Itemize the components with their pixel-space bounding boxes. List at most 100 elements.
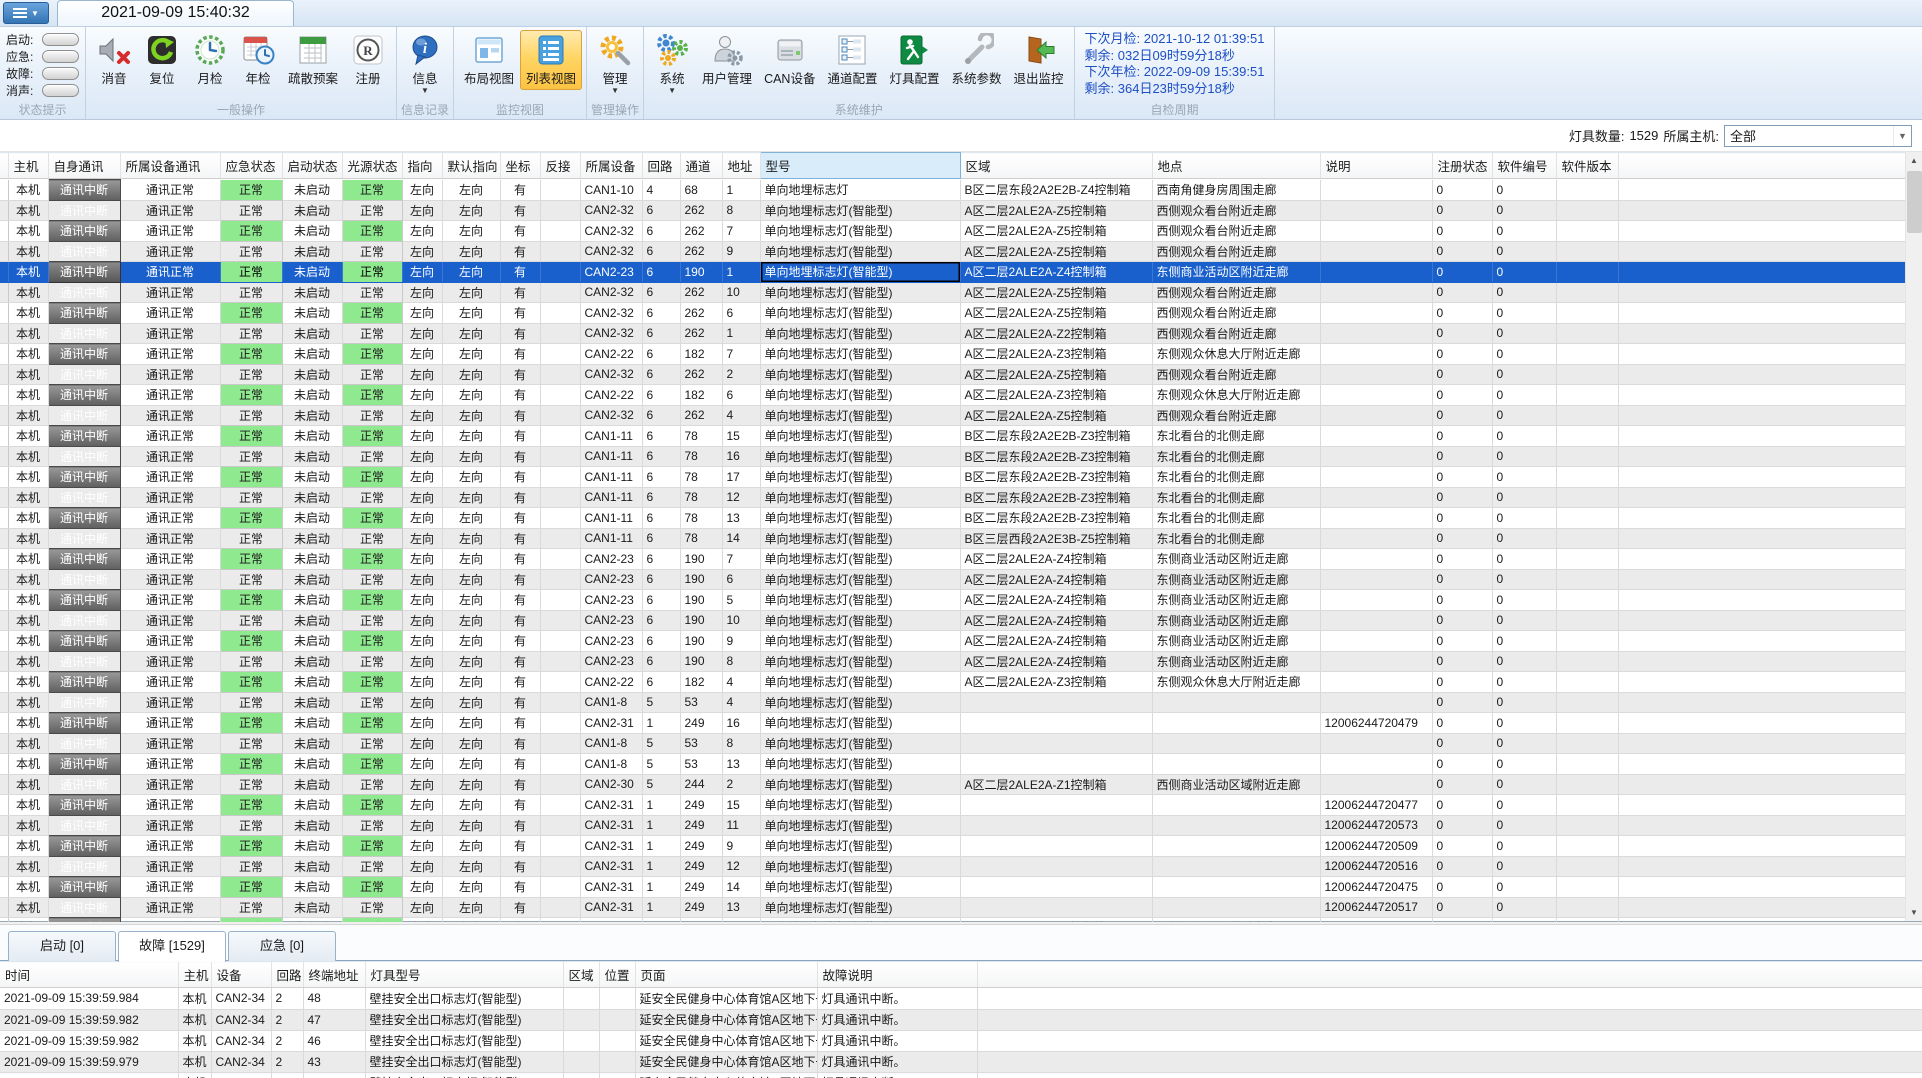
evacuation-plan-button[interactable]: 疏散预案 [282,30,344,90]
lamp-row[interactable]: 本机 通讯中断 通讯正常 正常 未启动 正常 左向 左向有 CAN2-31 1 249 13 单向地埋标… [0,896,1905,918]
lamp-row[interactable]: 本机 通讯中断 通讯正常 正常 未启动 正常 左向 左向有 CAN1-11 6 78 15 单向地埋标志… [0,425,1905,447]
system-button[interactable]: 系统 ▼ [648,30,696,98]
fault-row[interactable]: 2021-09-09 15:39:59.982 本机 CAN2-34 2 47 壁挂安全出… [0,1009,1922,1031]
lamp-row[interactable]: 本机 通讯中断 通讯正常 正常 未启动 正常 左向 左向有 CAN2-23 6 190 5 单向地埋标志… [0,589,1905,611]
scrollbar-thumb[interactable] [1907,171,1922,233]
lamp-row[interactable]: 本机 通讯中断 通讯正常 正常 未启动 正常 左向 左向有 CAN2-23 6 190 8 单向地埋标志… [0,650,1905,672]
lamp-row[interactable]: 本机 通讯中断 通讯正常 正常 未启动 正常 左向 左向有 CAN2-32 6 262 10 单向地埋标… [0,281,1905,303]
tab-应急[interactable]: 应急 [0] [228,931,336,961]
lamp-row[interactable]: 本机 通讯中断 通讯正常 正常 未启动 正常 左向 左向有 CAN2-31 1 249 12 单向地埋标… [0,855,1905,877]
exit-monitor-button[interactable]: 退出监控 [1008,30,1070,90]
lamp-row[interactable]: 本机 通讯中断 通讯正常 正常 未启动 正常 左向 左向有 CAN1-11 6 78 13 单向地埋标志… [0,507,1905,529]
system-params-button[interactable]: 系统参数 [946,30,1008,90]
cell-device: CAN1-8 [580,753,643,775]
lamp-row[interactable]: 本机 通讯中断 通讯正常 正常 未启动 正常 左向 左向有 CAN2-31 1 249 16 单向地埋标… [0,712,1905,734]
tab-启动[interactable]: 启动 [0] [8,931,116,961]
lamp-row[interactable]: 本机 通讯中断 通讯正常 正常 未启动 正常 左向 左向有 CAN2-23 6 190 10 单向地埋标… [0,609,1905,631]
column-header-register-state[interactable]: 注册状态 [1432,152,1493,179]
column-header-default-direction[interactable]: 默认指向 [442,152,501,179]
scroll-up-arrow-icon[interactable]: ▲ [1906,152,1922,169]
vertical-scrollbar[interactable]: ▲ ▼ [1905,152,1922,921]
fault-column-header-device[interactable]: 设备 [211,961,272,988]
lamp-row[interactable]: 本机 通讯中断 通讯正常 正常 未启动 正常 左向 左向有 CAN2-32 6 262 1 单向地埋标志… [0,322,1905,344]
column-header-address[interactable]: 地址 [722,152,761,179]
lamp-row[interactable]: 本机 通讯中断 通讯正常 正常 未启动 正常 左向 左向有 CAN2-23 6 190 9 单向地埋标志… [0,630,1905,652]
lamp-row[interactable]: 本机 通讯中断 通讯正常 正常 未启动 正常 左向 左向有 CAN1-11 6 78 12 单向地埋标志… [0,486,1905,508]
lamp-row[interactable]: 本机 通讯中断 通讯正常 正常 未启动 正常 左向 左向有 CAN1-11 6 78 16 单向地埋标志… [0,445,1905,467]
info-button[interactable]: i 信息 ▼ [401,30,449,98]
lamp-row[interactable]: 本机 通讯中断 通讯正常 正常 未启动 正常 左向 左向有 CAN2-31 1 249 15 单向地埋标… [0,794,1905,816]
lamp-row[interactable]: 本机 通讯中断 通讯正常 正常 未启动 正常 左向 左向有 CAN1-11 6 78 17 单向地埋标志… [0,466,1905,488]
column-header-direction[interactable]: 指向 [402,152,443,179]
lamp-row[interactable]: 本机 通讯中断 通讯正常 正常 未启动 正常 左向 左向有 CAN2-30 5 244 2 单向地埋标志… [0,773,1905,795]
lamp-row[interactable]: 本机 通讯中断 通讯正常 正常 未启动 正常 左向 左向有 CAN2-32 6 262 7 单向地埋标志… [0,220,1905,242]
lamp-row[interactable]: 本机 通讯中断 通讯正常 正常 未启动 正常 左向 左向有 CAN2-31 1 249 14 单向地埋标… [0,876,1905,898]
user-management-button[interactable]: 用户管理 [696,30,758,90]
column-header-self-comm[interactable]: 自身通讯 [48,152,121,179]
reset-button[interactable]: 复位 [138,30,186,90]
fault-row[interactable]: 2021-09-09 15:39:59.982 本机 CAN2-34 2 46 壁挂安全出… [0,1030,1922,1052]
column-header-device[interactable]: 所属设备 [580,152,643,179]
lamp-row[interactable]: 本机 通讯中断 通讯正常 正常 未启动 正常 左向 左向有 CAN2-22 6 182 7 单向地埋标志… [0,343,1905,365]
lamp-row[interactable]: 本机 通讯中断 通讯正常 正常 未启动 正常 左向 左向有 CAN2-23 6 190 7 单向地埋标志… [0,548,1905,570]
lamp-row[interactable]: 本机 通讯中断 通讯正常 正常 未启动 正常 左向 左向有 CAN2-32 6 262 9 单向地埋标志… [0,240,1905,262]
fault-column-header-host[interactable]: 主机 [178,961,212,988]
lamp-row[interactable]: 本机 通讯中断 通讯正常 正常 未启动 正常 左向 左向有 CAN1-8 5 53 4 单向地埋标志灯(… [0,691,1905,713]
lamp-row[interactable]: 本机 通讯中断 通讯正常 正常 未启动 正常 左向 左向有 CAN1-11 6 78 14 单向地埋标志… [0,527,1905,549]
column-header-loop[interactable]: 回路 [642,152,681,179]
register-button[interactable]: R 注册 [344,30,392,90]
column-header-start-state[interactable]: 启动状态 [282,152,343,179]
lamp-row[interactable]: 本机 通讯中断 通讯正常 正常 未启动 正常 左向 左向有 CAN2-32 6 262 6 单向地埋标志… [0,302,1905,324]
column-header-coordinate[interactable]: 坐标 [500,152,541,179]
fault-row[interactable]: 2021-09-09 15:39:59.978本机CAN2-34242壁挂安全出… [0,1072,1922,1078]
manage-button[interactable]: 管理 ▼ [591,30,639,98]
fault-column-header-model[interactable]: 灯具型号 [365,961,564,988]
channel-config-button[interactable]: 通道配置 [821,30,883,90]
fault-row[interactable]: 2021-09-09 15:39:59.984 本机 CAN2-34 2 48 壁挂安全出… [0,988,1922,1010]
scroll-down-arrow-icon[interactable]: ▼ [1906,904,1922,921]
lamp-row[interactable]: 本机 通讯中断 通讯正常 正常 未启动 正常 左向 左向有 CAN2-31 1 249 11 单向地埋标… [0,814,1905,836]
fault-column-header-fault[interactable]: 故障说明 [817,961,978,988]
column-header-emergency-state[interactable]: 应急状态 [220,152,283,179]
lamp-row[interactable]: 本机 通讯中断 通讯正常 正常 未启动 正常 左向 左向有 CAN2-23 6 190 1 单向地埋标志… [0,261,1905,283]
fault-column-header-position[interactable]: 位置 [599,961,636,988]
lamp-row[interactable]: 本机 通讯中断 通讯正常 正常 未启动 正常 左向 左向有 CAN2-32 6 262 2 单向地埋标志… [0,363,1905,385]
lamp-row[interactable]: 本机 通讯中断 通讯正常 正常 未启动 正常 左向 左向有 CAN1-8 5 53 13 单向地埋标志灯… [0,753,1905,775]
fault-column-header-page[interactable]: 页面 [635,961,818,988]
lamp-row[interactable]: 本机 通讯中断 通讯正常 正常 未启动 正常 左向 左向有 CAN2-22 6 182 6 单向地埋标志… [0,384,1905,406]
column-header-location[interactable]: 地点 [1152,152,1321,179]
monthly-check-button[interactable]: 月检 [186,30,234,90]
fault-column-header-area[interactable]: 区域 [563,961,600,988]
list-view-button[interactable]: 列表视图 [520,30,583,90]
column-header-reverse[interactable]: 反接 [540,152,581,179]
lamp-row[interactable]: 本机 通讯中断 通讯正常 正常 未启动 正常 左向 左向有 CAN2-32 6 262 4 单向地埋标志… [0,404,1905,426]
column-header-software-no[interactable]: 软件编号 [1492,152,1557,179]
fault-column-header-terminal[interactable]: 终端地址 [303,961,366,988]
can-device-button[interactable]: CAN设备 [758,30,821,90]
lamp-row[interactable]: 本机 通讯中断 通讯正常 正常 未启动 正常 左向 左向有 CAN1-10 4 68 1 单向地埋标志灯… [0,179,1905,201]
column-header-light-state[interactable]: 光源状态 [342,152,403,179]
column-header-note[interactable]: 说明 [1320,152,1433,179]
column-header-software-ver[interactable]: 软件版本 [1556,152,1619,179]
fault-column-header-loop[interactable]: 回路 [271,961,304,988]
tab-故障[interactable]: 故障 [1529] [118,931,226,962]
lamp-config-button[interactable]: 灯具配置 [883,30,945,90]
column-header-host[interactable]: 主机 [8,152,49,179]
column-header-device-comm[interactable]: 所属设备通讯 [120,152,221,179]
lamp-row[interactable]: 本机 通讯中断 通讯正常 正常 未启动 正常 左向 左向有 CAN1-8 5 53 8 单向地埋标志灯(… [0,732,1905,754]
fault-column-header-time[interactable]: 时间 [0,961,179,988]
lamp-row[interactable]: 本机 通讯中断 通讯正常 正常 未启动 正常 左向 左向有 CAN2-32 6 262 8 单向地埋标志… [0,199,1905,221]
lamp-row[interactable]: 本机通讯中断通讯正常正常未启动正常左向左向有CAN2-3252616单向地埋标志… [0,917,1905,922]
column-header-model[interactable]: 型号 [759,152,961,179]
fault-row[interactable]: 2021-09-09 15:39:59.979 本机 CAN2-34 2 43 壁挂安全出… [0,1051,1922,1073]
window-menu-button[interactable]: ▼ [3,2,49,24]
lamp-row[interactable]: 本机 通讯中断 通讯正常 正常 未启动 正常 左向 左向有 CAN2-31 1 249 9 单向地埋标志… [0,835,1905,857]
lamp-row[interactable]: 本机 通讯中断 通讯正常 正常 未启动 正常 左向 左向有 CAN2-23 6 190 6 单向地埋标志… [0,568,1905,590]
lamp-row[interactable]: 本机 通讯中断 通讯正常 正常 未启动 正常 左向 左向有 CAN2-22 6 182 4 单向地埋标志… [0,671,1905,693]
column-header-channel[interactable]: 通道 [680,152,723,179]
layout-view-button[interactable]: 布局视图 [458,30,520,90]
column-header-area[interactable]: 区域 [960,152,1153,179]
mute-button[interactable]: 消音 [90,30,138,90]
host-filter-select[interactable]: 全部 ▼ [1724,124,1912,147]
annual-check-button[interactable]: 年检 [234,30,282,90]
